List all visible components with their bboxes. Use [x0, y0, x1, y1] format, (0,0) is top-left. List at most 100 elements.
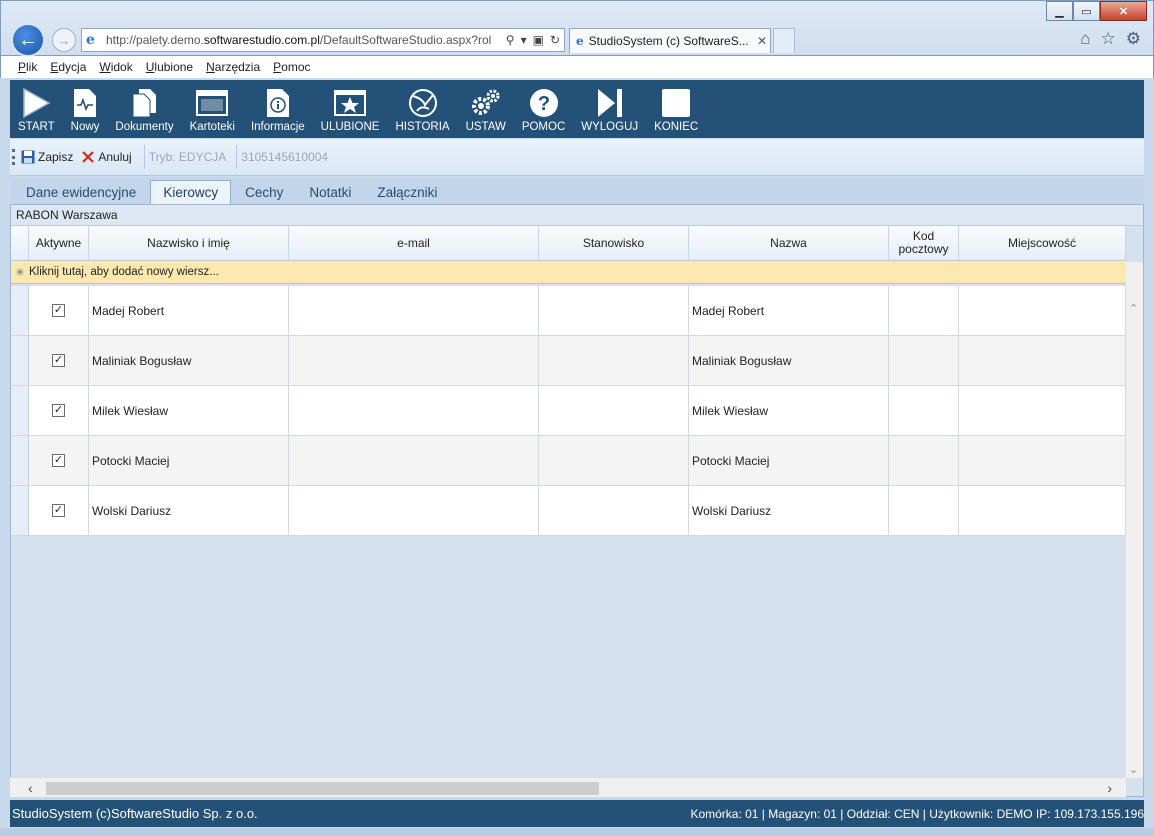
- table-row[interactable]: ✓ Milek Wiesław Milek Wiesław: [11, 386, 1126, 436]
- tab-cechy[interactable]: Cechy: [233, 180, 295, 204]
- column-header[interactable]: Miejscowość: [959, 226, 1126, 260]
- menu-narzedzia[interactable]: Narzędzia: [206, 60, 260, 74]
- display-name-cell[interactable]: Wolski Dariusz: [689, 486, 889, 535]
- column-header[interactable]: e-mail: [289, 226, 539, 260]
- active-cell[interactable]: ✓: [29, 486, 89, 535]
- column-header[interactable]: Stanowisko: [539, 226, 689, 260]
- row-selector[interactable]: [11, 436, 29, 485]
- forward-button[interactable]: →: [52, 28, 76, 52]
- add-new-row[interactable]: ✳ Kliknij tutaj, aby dodać nowy wiersz..…: [11, 261, 1126, 284]
- column-header[interactable]: Aktywne: [29, 226, 89, 260]
- name-cell[interactable]: Wolski Dariusz: [89, 486, 289, 535]
- url-text[interactable]: http://palety.demo.softwarestudio.com.pl…: [106, 33, 502, 47]
- tab-dane-ewidencyjne[interactable]: Dane ewidencyjne: [14, 180, 148, 204]
- toolbar-info-button[interactable]: Informacje: [243, 86, 313, 133]
- active-cell[interactable]: ✓: [29, 436, 89, 485]
- maximize-button[interactable]: ▭: [1073, 1, 1100, 21]
- close-tab-icon[interactable]: ✕: [754, 34, 770, 48]
- display-name-cell[interactable]: Potocki Maciej: [689, 436, 889, 485]
- zip-cell[interactable]: [889, 386, 959, 435]
- scroll-left-icon[interactable]: ‹: [28, 780, 33, 796]
- name-cell[interactable]: Potocki Maciej: [89, 436, 289, 485]
- row-selector[interactable]: [11, 386, 29, 435]
- column-header[interactable]: Nazwa: [689, 226, 889, 260]
- toolbar-new-button[interactable]: Nowy: [63, 86, 108, 133]
- city-cell[interactable]: [959, 486, 1126, 535]
- horizontal-scrollbar[interactable]: ‹ ›: [10, 777, 1126, 797]
- active-checkbox[interactable]: ✓: [52, 404, 65, 417]
- position-cell[interactable]: [539, 286, 689, 335]
- settings-gear-icon[interactable]: ⚙: [1126, 29, 1141, 49]
- toolbar-start-button[interactable]: START: [10, 86, 63, 133]
- column-header[interactable]: Kod pocztowy: [889, 226, 959, 260]
- email-cell[interactable]: [289, 486, 539, 535]
- toolbar-documents-button[interactable]: Dokumenty: [107, 86, 181, 133]
- tab-notatki[interactable]: Notatki: [297, 180, 363, 204]
- toolbar-settings-button[interactable]: USTAW: [458, 86, 514, 133]
- email-cell[interactable]: [289, 336, 539, 385]
- search-icon[interactable]: ⚲: [506, 33, 515, 47]
- browser-tab[interactable]: e StudioSystem (c) SoftwareS... ✕: [569, 28, 771, 53]
- scroll-down-icon[interactable]: ⌄: [1129, 763, 1138, 776]
- position-cell[interactable]: [539, 436, 689, 485]
- position-cell[interactable]: [539, 386, 689, 435]
- toolbar-favorites-button[interactable]: ULUBIONE: [313, 86, 388, 133]
- row-selector[interactable]: [11, 286, 29, 335]
- email-cell[interactable]: [289, 286, 539, 335]
- active-checkbox[interactable]: ✓: [52, 504, 65, 517]
- active-checkbox[interactable]: ✓: [52, 454, 65, 467]
- active-cell[interactable]: ✓: [29, 286, 89, 335]
- display-name-cell[interactable]: Milek Wiesław: [689, 386, 889, 435]
- city-cell[interactable]: [959, 436, 1126, 485]
- active-cell[interactable]: ✓: [29, 386, 89, 435]
- zip-cell[interactable]: [889, 286, 959, 335]
- active-cell[interactable]: ✓: [29, 336, 89, 385]
- scroll-up-icon[interactable]: ⌃: [1129, 302, 1138, 315]
- menu-ulubione[interactable]: Ulubione: [146, 60, 193, 74]
- toolbar-history-button[interactable]: HISTORIA: [387, 86, 457, 133]
- tab-zalaczniki[interactable]: Załączniki: [365, 180, 449, 204]
- scroll-right-icon[interactable]: ›: [1107, 780, 1112, 796]
- table-row[interactable]: ✓ Madej Robert Madej Robert: [11, 286, 1126, 336]
- table-row[interactable]: ✓ Wolski Dariusz Wolski Dariusz: [11, 486, 1126, 536]
- toolbar-grip[interactable]: [12, 149, 15, 165]
- close-window-button[interactable]: ✕: [1100, 1, 1147, 21]
- cancel-button[interactable]: Anuluj: [81, 150, 132, 164]
- name-cell[interactable]: Milek Wiesław: [89, 386, 289, 435]
- position-cell[interactable]: [539, 336, 689, 385]
- favorites-star-icon[interactable]: ☆: [1101, 29, 1116, 49]
- address-bar[interactable]: e http://palety.demo.softwarestudio.com.…: [81, 28, 565, 52]
- name-cell[interactable]: Maliniak Bogusław: [89, 336, 289, 385]
- zip-cell[interactable]: [889, 486, 959, 535]
- zip-cell[interactable]: [889, 436, 959, 485]
- save-button[interactable]: Zapisz: [21, 150, 73, 164]
- toolbar-help-button[interactable]: ? POMOC: [514, 86, 573, 133]
- menu-edycja[interactable]: Edycja: [50, 60, 86, 74]
- tab-kierowcy[interactable]: Kierowcy: [150, 180, 232, 204]
- toolbar-kartoteki-button[interactable]: Kartoteki: [182, 86, 243, 133]
- active-checkbox[interactable]: ✓: [52, 354, 65, 367]
- refresh-icon[interactable]: ↻: [550, 33, 560, 47]
- display-name-cell[interactable]: Maliniak Bogusław: [689, 336, 889, 385]
- row-selector[interactable]: [11, 336, 29, 385]
- table-row[interactable]: ✓ Potocki Maciej Potocki Maciej: [11, 436, 1126, 486]
- minimize-button[interactable]: ▁: [1046, 1, 1073, 21]
- menu-pomoc[interactable]: Pomoc: [273, 60, 310, 74]
- home-icon[interactable]: ⌂: [1080, 29, 1090, 49]
- back-button[interactable]: ←: [11, 23, 45, 57]
- toolbar-logout-button[interactable]: WYLOGUJ: [573, 86, 646, 133]
- table-row[interactable]: ✓ Maliniak Bogusław Maliniak Bogusław: [11, 336, 1126, 386]
- display-name-cell[interactable]: Madej Robert: [689, 286, 889, 335]
- active-checkbox[interactable]: ✓: [52, 304, 65, 317]
- email-cell[interactable]: [289, 436, 539, 485]
- city-cell[interactable]: [959, 336, 1126, 385]
- email-cell[interactable]: [289, 386, 539, 435]
- city-cell[interactable]: [959, 286, 1126, 335]
- menu-plik[interactable]: Plik: [18, 60, 37, 74]
- dropdown-icon[interactable]: ▾: [521, 33, 527, 47]
- name-cell[interactable]: Madej Robert: [89, 286, 289, 335]
- row-selector[interactable]: [11, 486, 29, 535]
- zip-cell[interactable]: [889, 336, 959, 385]
- menu-widok[interactable]: Widok: [99, 60, 132, 74]
- scroll-thumb[interactable]: [46, 782, 599, 795]
